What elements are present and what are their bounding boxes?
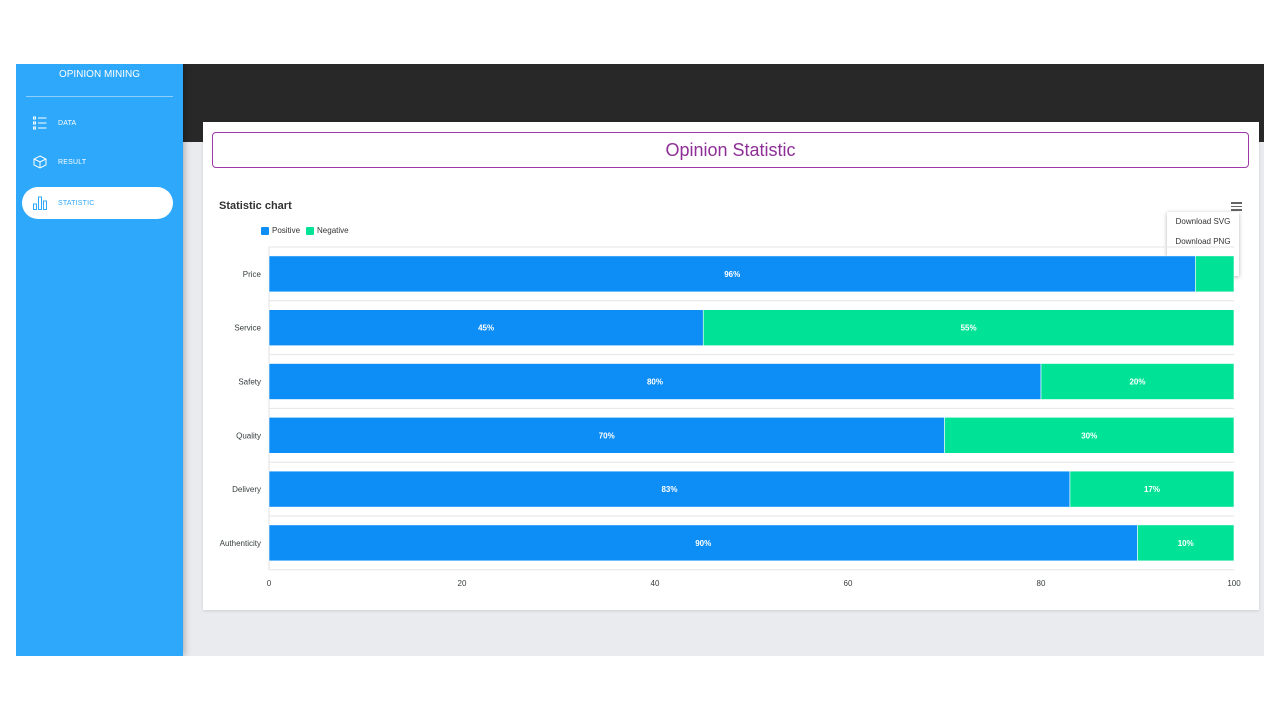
sidebar: OPINION MINING DATA RESULT STATISTIC: [16, 64, 183, 656]
box-icon: [32, 154, 48, 170]
page-title: Opinion Statistic: [212, 132, 1249, 168]
content-card: Opinion Statistic Statistic chart Downlo…: [203, 122, 1259, 610]
legend-label-negative: Negative: [317, 226, 349, 235]
brand-divider: [26, 96, 173, 97]
data-label: 96%: [724, 270, 740, 279]
data-label: 17%: [1144, 485, 1160, 494]
data-label: 20%: [1129, 378, 1145, 387]
sidebar-item-label: STATISTIC: [58, 199, 95, 207]
data-label: 90%: [695, 539, 711, 548]
category-label: Service: [234, 324, 261, 333]
bar-chart-icon: [32, 195, 48, 211]
sidebar-item-data[interactable]: DATA: [22, 107, 173, 139]
legend-item-positive[interactable]: Positive: [261, 226, 300, 235]
data-label: 55%: [961, 324, 977, 333]
x-tick-label: 80: [1037, 579, 1046, 588]
category-label: Quality: [236, 431, 261, 440]
category-label: Authenticity: [220, 539, 261, 548]
list-icon: [32, 115, 48, 131]
category-label: Price: [243, 270, 262, 279]
data-label: 83%: [661, 485, 677, 494]
app-window: OPINION MINING DATA RESULT STATISTIC Opi…: [16, 64, 1264, 656]
x-tick-label: 60: [844, 579, 853, 588]
category-label: Delivery: [232, 485, 261, 494]
data-label: 30%: [1081, 431, 1097, 440]
category-label: Safety: [238, 378, 261, 387]
legend-label-positive: Positive: [272, 226, 301, 235]
data-label: 70%: [599, 431, 615, 440]
chart-legend: Positive Negative: [261, 226, 355, 235]
bar-negative: [1195, 255, 1235, 293]
legend-swatch-negative: [306, 226, 315, 235]
data-label: 10%: [1178, 539, 1194, 548]
stacked-bar-chart: Price 96% Service 45% 55% Safety 80% 20% Quality…: [220, 246, 1241, 588]
sidebar-item-label: DATA: [58, 119, 77, 127]
x-tick-label: 40: [651, 579, 660, 588]
sidebar-item-label: RESULT: [58, 158, 87, 166]
sidebar-item-result[interactable]: RESULT: [22, 146, 173, 178]
brand-title: OPINION MINING: [58, 69, 141, 80]
hamburger-icon[interactable]: [1231, 200, 1245, 212]
data-label: 80%: [647, 378, 663, 387]
sidebar-item-statistic[interactable]: STATISTIC: [22, 187, 173, 219]
x-tick-label: 100: [1227, 579, 1241, 588]
legend-swatch-positive: [261, 226, 269, 235]
x-tick-label: 20: [458, 579, 467, 588]
data-label: 45%: [478, 324, 494, 333]
legend-item-negative[interactable]: Negative: [306, 226, 349, 235]
x-tick-label: 0: [267, 579, 272, 588]
download-svg-item[interactable]: Download SVG: [1167, 212, 1239, 232]
chart-title: Statistic chart: [219, 200, 292, 212]
